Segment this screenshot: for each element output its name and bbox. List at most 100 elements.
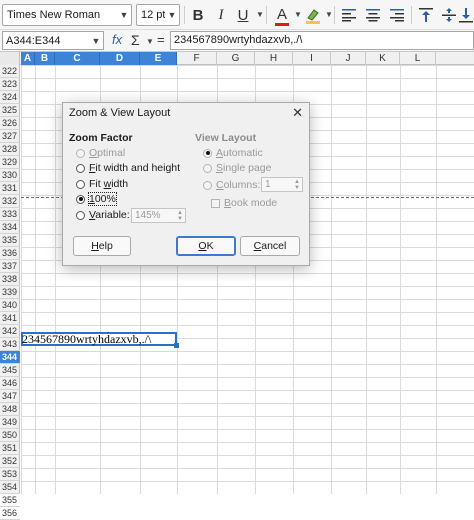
row-header-328[interactable]: 328 [0,143,20,156]
font-size-combobox[interactable]: 12 pt ▼ [136,4,180,26]
columns-spinbox: 1 ▲ ▼ [261,177,303,192]
highlighter-icon [306,9,320,24]
column-header-b[interactable]: B [35,52,55,65]
chevron-down-icon[interactable]: ▼ [89,36,103,46]
row-header-322[interactable]: 322 [0,65,20,78]
fit-width-height-radio[interactable]: Fit width and height [76,161,180,175]
center-vertically-button[interactable] [438,4,460,26]
row-header-354[interactable]: 354 [0,481,20,494]
row-header-353[interactable]: 353 [0,468,20,481]
column-header-f[interactable]: F [177,52,217,65]
row-header-343[interactable]: 343 [0,338,20,351]
row-header-356[interactable]: 356 [0,507,20,520]
row-header-329[interactable]: 329 [0,156,20,169]
cancel-button-label: Cancel [253,240,287,252]
select-all-corner[interactable] [0,52,20,65]
chevron-down-icon[interactable]: ▼ [165,10,179,20]
cancel-button[interactable]: Cancel [240,236,300,256]
row-header-349[interactable]: 349 [0,416,20,429]
row-header-336[interactable]: 336 [0,247,20,260]
font-name-value: Times New Roman [7,9,101,21]
book-mode-checkbox: Book mode [211,196,277,210]
column-header-h[interactable]: H [255,52,293,65]
column-header-c[interactable]: C [55,52,100,65]
row-header-323[interactable]: 323 [0,78,20,91]
row-header-346[interactable]: 346 [0,377,20,390]
font-size-value: 12 pt [141,9,165,21]
highlight-button[interactable] [302,4,324,26]
row-header-350[interactable]: 350 [0,429,20,442]
row-header-352[interactable]: 352 [0,455,20,468]
formula-input[interactable]: 234567890wrtyhdazxvb,./\ [170,31,474,50]
row-header-331[interactable]: 331 [0,182,20,195]
align-center-icon [366,9,380,22]
column-header-i[interactable]: I [293,52,331,65]
help-button[interactable]: Help [73,236,131,256]
row-header-333[interactable]: 333 [0,208,20,221]
fit-width-radio[interactable]: Fit width [76,177,128,191]
row-header-330[interactable]: 330 [0,169,20,182]
row-header-337[interactable]: 337 [0,260,20,273]
row-header-340[interactable]: 340 [0,299,20,312]
font-name-combobox[interactable]: Times New Roman ▼ [2,4,132,26]
row-header-335[interactable]: 335 [0,234,20,247]
row-header-327[interactable]: 327 [0,130,20,143]
row-header-348[interactable]: 348 [0,403,20,416]
checkbox-icon [211,198,220,208]
align-right-button[interactable] [386,4,408,26]
center-vertically-icon [442,8,456,22]
row-header-324[interactable]: 324 [0,91,20,104]
sum-dropdown-icon[interactable]: ▼ [146,37,154,46]
radio-icon [203,180,212,190]
row-header-338[interactable]: 338 [0,273,20,286]
grid-line [55,65,56,494]
italic-button[interactable]: I [210,4,232,26]
ok-button[interactable]: OK [176,236,236,256]
chevron-down-icon[interactable]: ▼ [117,10,131,20]
font-color-button[interactable]: A [271,4,293,26]
sum-icon[interactable]: Σ [131,32,140,48]
underline-button[interactable]: U [232,4,254,26]
dialog-titlebar[interactable]: Zoom & View Layout ✕ [63,103,309,125]
name-box[interactable]: A344:E344 ▼ [2,31,104,50]
variable-zoom-spinbox: 145% ▲ ▼ [131,208,186,223]
row-header-325[interactable]: 325 [0,104,20,117]
row-header-345[interactable]: 345 [0,364,20,377]
row-header-344[interactable]: 344 [0,351,20,364]
fit-width-label: Fit width [89,178,129,190]
row-header-341[interactable]: 341 [0,312,20,325]
row-header-355[interactable]: 355 [0,494,20,507]
view-layout-heading: View Layout [195,132,257,144]
column-header-a[interactable]: A [21,52,35,65]
column-header-k[interactable]: K [366,52,400,65]
bold-button[interactable]: B [187,4,209,26]
font-color-dropdown-icon[interactable]: ▼ [294,10,302,19]
align-top-button[interactable] [415,4,437,26]
formula-equals-icon[interactable]: = [157,32,165,47]
ok-button-label: OK [198,240,214,252]
row-header-339[interactable]: 339 [0,286,20,299]
align-center-button[interactable] [362,4,384,26]
column-header-j[interactable]: J [331,52,366,65]
underline-dropdown-icon[interactable]: ▼ [256,10,264,19]
row-header-326[interactable]: 326 [0,117,20,130]
fill-handle[interactable] [174,343,179,348]
zoom-100-radio[interactable]: 100% [76,192,117,206]
highlight-dropdown-icon[interactable]: ▼ [325,10,333,19]
row-header-342[interactable]: 342 [0,325,20,338]
function-wizard-icon[interactable]: fx [112,32,122,47]
column-header-e[interactable]: E [140,52,177,65]
column-header-g[interactable]: G [217,52,255,65]
align-bottom-button[interactable] [458,4,474,26]
row-header-347[interactable]: 347 [0,390,20,403]
column-headers: A B C D E F G H I J K L [0,52,474,65]
row-header-334[interactable]: 334 [0,221,20,234]
column-header-l[interactable]: L [400,52,436,65]
close-icon[interactable]: ✕ [292,105,303,121]
row-header-332[interactable]: 332 [0,195,20,208]
column-header-m[interactable] [436,52,474,65]
align-left-button[interactable] [338,4,360,26]
variable-radio[interactable]: Variable: [76,208,130,222]
column-header-d[interactable]: D [100,52,140,65]
row-header-351[interactable]: 351 [0,442,20,455]
